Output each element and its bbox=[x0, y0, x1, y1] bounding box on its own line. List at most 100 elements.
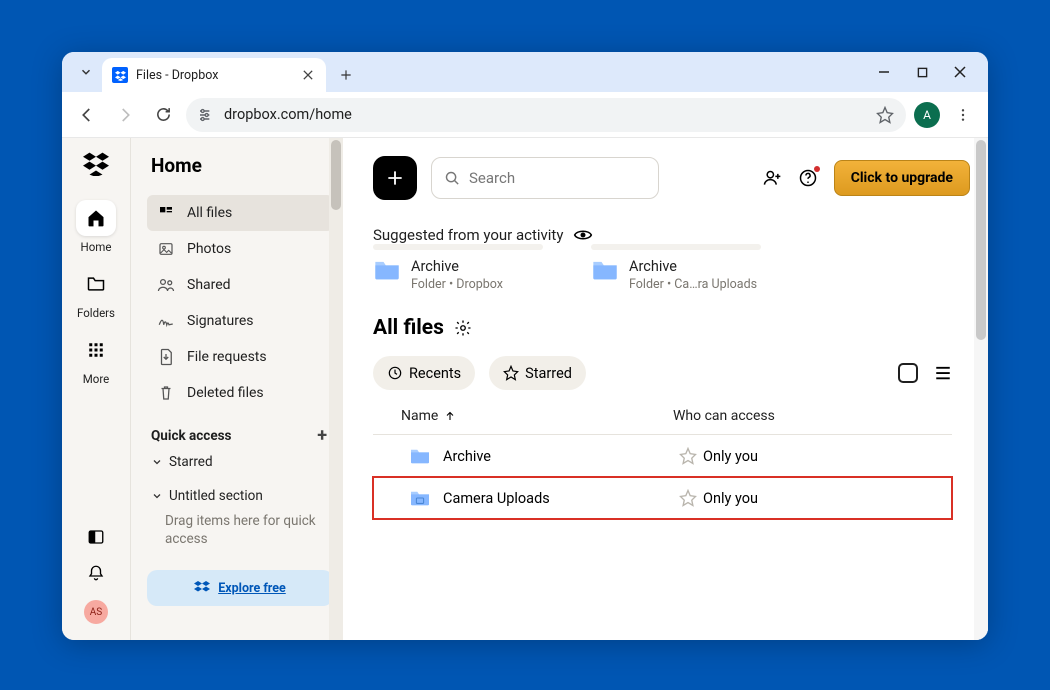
quick-access-header: Quick access + bbox=[147, 425, 333, 446]
suggested-header: Suggested from your activity bbox=[373, 226, 970, 244]
sidebar-item-shared[interactable]: Shared bbox=[147, 267, 333, 303]
person-add-icon bbox=[762, 168, 782, 188]
back-button[interactable] bbox=[72, 100, 102, 130]
window-controls bbox=[874, 52, 982, 92]
image-icon bbox=[157, 241, 175, 257]
address-bar[interactable]: dropbox.com/home bbox=[186, 98, 906, 132]
reload-icon bbox=[155, 106, 172, 123]
suggestion-card[interactable]: Archive Folder • Ca…ra Uploads bbox=[591, 258, 781, 292]
quick-access-add-button[interactable]: + bbox=[317, 425, 327, 446]
tab-close-button[interactable] bbox=[300, 67, 316, 83]
rail-home[interactable]: Home bbox=[73, 200, 119, 254]
sidebar-item-all-files[interactable]: All files bbox=[147, 195, 333, 231]
table-row[interactable]: Archive Only you bbox=[373, 435, 952, 477]
reload-button[interactable] bbox=[148, 100, 178, 130]
star-icon bbox=[876, 106, 894, 124]
dropbox-logo[interactable] bbox=[83, 152, 109, 176]
sidebar-item-file-requests[interactable]: File requests bbox=[147, 339, 333, 375]
sidebar-heading: Home bbox=[151, 154, 333, 177]
search-icon bbox=[444, 170, 461, 187]
quick-access-hint: Drag items here for quick access bbox=[147, 508, 333, 548]
table-row[interactable]: Camera Uploads Only you bbox=[373, 477, 952, 519]
nav-rail: Home Folders More AS bbox=[62, 138, 131, 640]
dropbox-favicon bbox=[112, 67, 128, 83]
browser-tab[interactable]: Files - Dropbox bbox=[102, 58, 326, 92]
list-icon bbox=[934, 365, 952, 381]
page-content: Home Folders More AS Home bbox=[62, 138, 988, 640]
rail-panel-button[interactable] bbox=[87, 528, 105, 546]
quick-access-untitled[interactable]: Untitled section bbox=[147, 480, 333, 508]
people-icon bbox=[157, 277, 175, 293]
minimize-button[interactable] bbox=[874, 62, 894, 82]
new-tab-button[interactable] bbox=[332, 61, 360, 89]
main-scrollbar[interactable] bbox=[974, 138, 988, 640]
folder-icon bbox=[409, 447, 431, 465]
starred-chip[interactable]: Starred bbox=[489, 356, 586, 390]
rail-account-badge[interactable]: AS bbox=[84, 600, 108, 624]
apps-icon bbox=[87, 341, 105, 359]
folder-icon bbox=[409, 489, 431, 507]
row-star-button[interactable] bbox=[673, 447, 703, 465]
rail-notifications-button[interactable] bbox=[87, 564, 105, 582]
explore-free-banner[interactable]: Explore free bbox=[147, 570, 333, 606]
all-files-settings-button[interactable] bbox=[454, 319, 472, 337]
gear-icon bbox=[454, 319, 472, 337]
arrow-right-icon bbox=[116, 106, 134, 124]
forward-button[interactable] bbox=[110, 100, 140, 130]
chevron-down-icon bbox=[151, 490, 163, 502]
signature-icon bbox=[157, 313, 175, 329]
profile-avatar[interactable]: A bbox=[914, 102, 940, 128]
close-window-button[interactable] bbox=[950, 62, 970, 82]
dropbox-icon bbox=[194, 580, 210, 596]
trash-icon bbox=[157, 384, 175, 402]
column-access-header[interactable]: Who can access bbox=[673, 408, 952, 424]
star-icon bbox=[679, 447, 697, 465]
panel-icon bbox=[87, 528, 105, 546]
folder-icon bbox=[591, 258, 619, 282]
star-icon bbox=[503, 365, 519, 381]
files-table: Name Who can access Archive Only you bbox=[373, 408, 970, 519]
grid-icon bbox=[157, 205, 175, 221]
sidebar-item-photos[interactable]: Photos bbox=[147, 231, 333, 267]
column-name-header[interactable]: Name bbox=[373, 408, 673, 424]
eye-icon[interactable] bbox=[573, 228, 593, 242]
titlebar: Files - Dropbox bbox=[62, 52, 988, 92]
tab-search-button[interactable] bbox=[72, 58, 100, 86]
maximize-button[interactable] bbox=[912, 62, 932, 82]
help-icon bbox=[798, 168, 818, 188]
browser-toolbar: dropbox.com/home A bbox=[62, 92, 988, 138]
sidebar-item-deleted-files[interactable]: Deleted files bbox=[147, 375, 333, 411]
bell-icon bbox=[87, 564, 105, 582]
kebab-icon bbox=[955, 107, 971, 123]
plus-icon bbox=[385, 168, 405, 188]
bookmark-button[interactable] bbox=[876, 106, 894, 124]
create-button[interactable] bbox=[373, 156, 417, 200]
help-button[interactable] bbox=[798, 168, 818, 188]
quick-access-starred[interactable]: Starred bbox=[147, 446, 333, 474]
rail-folders[interactable]: Folders bbox=[73, 266, 119, 320]
arrow-left-icon bbox=[78, 106, 96, 124]
suggestion-card[interactable]: Archive Folder • Dropbox bbox=[373, 258, 563, 292]
sidebar-scrollbar[interactable] bbox=[329, 138, 343, 640]
chevron-down-icon bbox=[151, 456, 163, 468]
invite-button[interactable] bbox=[762, 168, 782, 188]
upgrade-button[interactable]: Click to upgrade bbox=[834, 160, 970, 196]
search-input[interactable]: Search bbox=[431, 157, 659, 199]
recents-chip[interactable]: Recents bbox=[373, 356, 475, 390]
main-pane: Search Click to upgrade Suggested from y… bbox=[343, 138, 988, 640]
sidebar: Home All files Photos Shared Signatures bbox=[131, 138, 343, 640]
chevron-down-icon bbox=[79, 65, 93, 79]
plus-icon bbox=[339, 68, 353, 82]
arrow-up-icon bbox=[444, 410, 456, 422]
all-files-heading: All files bbox=[373, 316, 444, 340]
folder-icon bbox=[373, 258, 401, 282]
file-in-icon bbox=[157, 348, 175, 366]
view-toggle-button[interactable] bbox=[934, 365, 952, 381]
browser-menu-button[interactable] bbox=[948, 100, 978, 130]
sidebar-item-signatures[interactable]: Signatures bbox=[147, 303, 333, 339]
site-settings-icon[interactable] bbox=[198, 108, 214, 122]
row-star-button[interactable] bbox=[673, 489, 703, 507]
rail-more[interactable]: More bbox=[73, 332, 119, 386]
select-all-checkbox[interactable] bbox=[898, 363, 918, 383]
url-text: dropbox.com/home bbox=[224, 106, 866, 123]
